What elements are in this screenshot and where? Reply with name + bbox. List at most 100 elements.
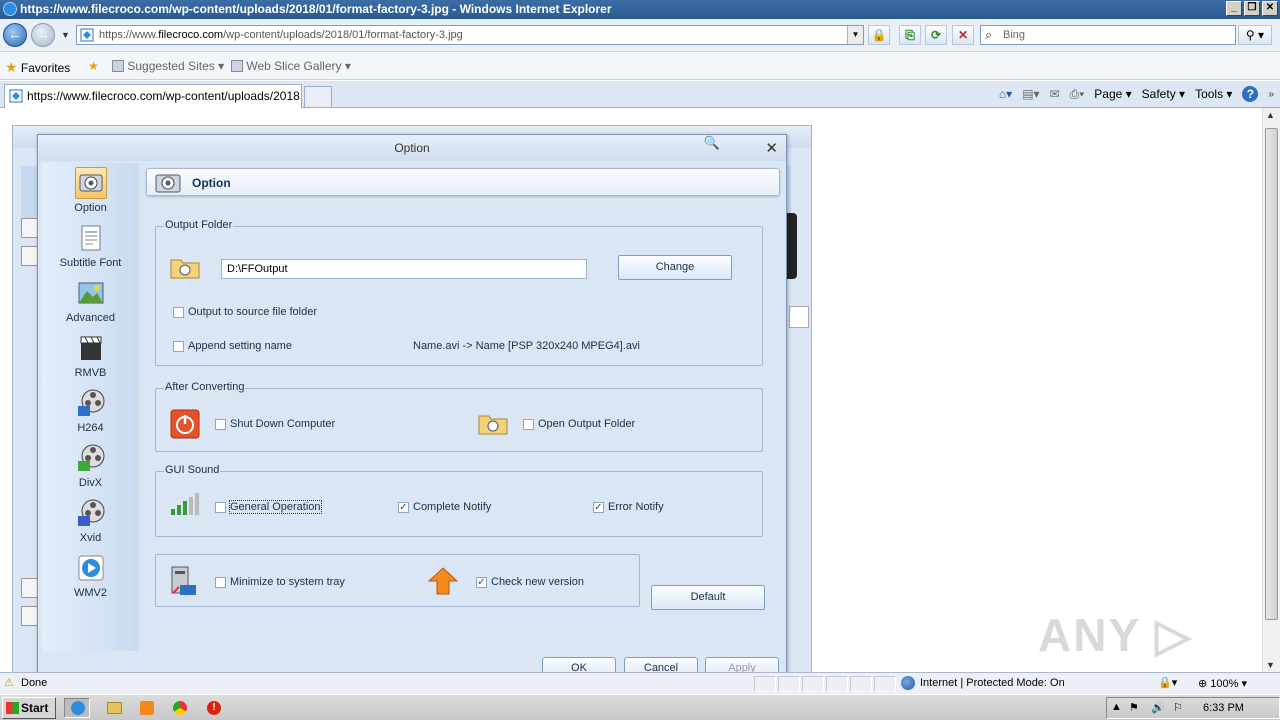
suggested-sites-link[interactable]: Suggested Sites ▾ bbox=[112, 59, 224, 73]
search-button[interactable]: ⚲ ▾ bbox=[1238, 25, 1272, 45]
folder-icon bbox=[107, 702, 122, 714]
safety-menu[interactable]: Safety ▾ bbox=[1142, 87, 1185, 101]
check-new-version-checkbox[interactable]: ✓ Check new version bbox=[476, 576, 584, 588]
close-window-button[interactable]: ✕ bbox=[1262, 1, 1278, 16]
zoom-level[interactable]: ⊕ 100% ▾ bbox=[1198, 677, 1247, 690]
scroll-down-icon[interactable]: ▼ bbox=[1266, 660, 1275, 670]
minimize-tray-checkbox[interactable]: Minimize to system tray bbox=[215, 576, 345, 588]
nav-option[interactable]: Option bbox=[42, 167, 139, 214]
scroll-up-icon[interactable]: ▲ bbox=[1266, 110, 1275, 120]
add-favorites-icon[interactable]: ★ bbox=[88, 59, 99, 73]
output-to-source-checkbox[interactable]: Output to source file folder bbox=[173, 306, 317, 318]
zoom-icon[interactable]: 🔍 bbox=[704, 135, 720, 151]
general-operation-checkbox[interactable]: General Operation bbox=[215, 500, 322, 514]
tray-volume-icon[interactable]: 🔊 bbox=[1151, 701, 1165, 714]
nav-wmv2[interactable]: WMV2 bbox=[42, 552, 139, 599]
clock[interactable]: 6:33 PM bbox=[1203, 702, 1244, 714]
protected-mode-icon[interactable]: 🔒▾ bbox=[1158, 676, 1177, 689]
web-slice-gallery-link[interactable]: Web Slice Gallery ▾ bbox=[231, 59, 351, 73]
ok-button[interactable]: OK bbox=[542, 657, 616, 672]
compatibility-view-icon[interactable]: ⎘ bbox=[899, 25, 921, 45]
address-bar[interactable]: https://www.filecroco.com/wp-content/upl… bbox=[76, 25, 864, 45]
system-tray-icon bbox=[170, 565, 198, 600]
option-header-icon bbox=[153, 170, 183, 199]
recent-pages-dropdown[interactable]: ▼ bbox=[61, 30, 70, 40]
system-tray: ▲ ⚑ 🔊 ⚐ 6:33 PM bbox=[1106, 697, 1280, 719]
restore-button[interactable]: ❐ bbox=[1244, 1, 1260, 16]
advanced-icon bbox=[75, 277, 107, 309]
error-notify-checkbox[interactable]: ✓ Error Notify bbox=[593, 501, 664, 513]
suggested-sites-icon bbox=[112, 60, 124, 72]
update-arrow-icon bbox=[427, 567, 459, 598]
tray-expand-icon[interactable]: ▲ bbox=[1111, 701, 1122, 713]
output-folder-legend: Output Folder bbox=[164, 219, 234, 231]
after-converting-legend: After Converting bbox=[164, 381, 246, 393]
output-folder-path-input[interactable]: D:\FFOutput bbox=[221, 259, 587, 279]
tools-menu[interactable]: Tools ▾ bbox=[1195, 87, 1232, 101]
security-zone: Internet | Protected Mode: On bbox=[920, 677, 1065, 689]
media-player-icon bbox=[140, 701, 154, 715]
globe-icon bbox=[901, 676, 915, 690]
window-titlebar: https://www.filecroco.com/wp-content/upl… bbox=[0, 0, 1280, 19]
power-icon bbox=[170, 409, 200, 442]
tab-bar: https://www.filecroco.com/wp-content/upl… bbox=[0, 81, 1280, 108]
taskbar-explorer-button[interactable] bbox=[101, 698, 127, 718]
nav-subtitle-font[interactable]: Subtitle Font bbox=[42, 222, 139, 269]
taskbar-media-button[interactable] bbox=[134, 698, 160, 718]
cancel-button[interactable]: Cancel bbox=[624, 657, 698, 672]
address-dropdown[interactable]: ▼ bbox=[847, 26, 863, 44]
new-tab-button[interactable] bbox=[304, 86, 332, 108]
taskbar-ie-button[interactable] bbox=[64, 698, 90, 718]
print-icon[interactable]: ⎙▾ bbox=[1070, 87, 1085, 102]
home-icon[interactable]: ⌂▾ bbox=[999, 87, 1012, 101]
tab-current[interactable]: https://www.filecroco.com/wp-content/upl… bbox=[4, 84, 302, 108]
taskbar-chrome-button[interactable] bbox=[167, 698, 193, 718]
h264-icon bbox=[75, 387, 107, 419]
forward-button[interactable]: → bbox=[31, 23, 55, 47]
tray-flag-icon[interactable]: ⚐ bbox=[1173, 701, 1183, 714]
lock-icon[interactable]: 🔒 bbox=[868, 25, 890, 45]
scroll-thumb[interactable] bbox=[1265, 128, 1278, 620]
mail-icon[interactable]: ✉ bbox=[1050, 87, 1060, 101]
favorites-button[interactable]: ★ Favorites bbox=[5, 59, 70, 76]
back-button[interactable]: ← bbox=[3, 23, 27, 47]
stop-icon[interactable]: ✕ bbox=[952, 25, 974, 45]
feeds-icon[interactable]: ▤▾ bbox=[1022, 87, 1039, 101]
refresh-icon[interactable]: ⟳ bbox=[925, 25, 947, 45]
taskbar-app-button[interactable]: ! bbox=[201, 698, 227, 718]
option-header: Option bbox=[146, 168, 780, 196]
favorites-star-icon: ★ bbox=[5, 59, 18, 75]
gui-sound-legend: GUI Sound bbox=[164, 464, 221, 476]
complete-notify-checkbox[interactable]: ✓ Complete Notify bbox=[398, 501, 491, 513]
page-icon bbox=[9, 89, 23, 103]
search-input[interactable]: ⌕ Bing bbox=[980, 25, 1236, 45]
nav-rmvb[interactable]: RMVB bbox=[42, 332, 139, 379]
rmvb-icon bbox=[75, 332, 107, 364]
default-button[interactable]: Default bbox=[651, 585, 765, 610]
minimize-button[interactable]: _ bbox=[1226, 1, 1242, 16]
open-output-folder-checkbox[interactable]: Open Output Folder bbox=[523, 418, 635, 430]
nav-divx[interactable]: DivX bbox=[42, 442, 139, 489]
help-icon[interactable]: ? bbox=[1242, 86, 1259, 102]
shutdown-computer-checkbox[interactable]: Shut Down Computer bbox=[215, 418, 335, 430]
page-menu[interactable]: Page ▾ bbox=[1094, 87, 1131, 101]
nav-h264[interactable]: H264 bbox=[42, 387, 139, 434]
window-title: https://www.filecroco.com/wp-content/upl… bbox=[20, 2, 612, 16]
tray-network-icon[interactable]: ⚑ bbox=[1129, 701, 1139, 714]
anyrun-watermark: ANY ▷ RUN bbox=[1038, 609, 1193, 672]
vertical-scrollbar[interactable]: ▲ ▼ bbox=[1262, 108, 1280, 672]
nav-advanced[interactable]: Advanced bbox=[42, 277, 139, 324]
close-dialog-button[interactable]: ✕ bbox=[765, 139, 778, 157]
naming-example: Name.avi -> Name [PSP 320x240 MPEG4].avi bbox=[413, 340, 640, 352]
change-button[interactable]: Change bbox=[618, 255, 732, 280]
nav-xvid[interactable]: Xvid bbox=[42, 497, 139, 544]
dialog-title: Option bbox=[38, 135, 786, 161]
ie-logo-icon bbox=[3, 2, 17, 16]
xvid-icon bbox=[75, 497, 107, 529]
append-setting-checkbox[interactable]: Append setting name bbox=[173, 340, 292, 352]
ie-icon bbox=[71, 701, 85, 715]
stop-app-icon: ! bbox=[207, 701, 221, 715]
start-button[interactable]: Start bbox=[2, 697, 56, 719]
favorites-bar: ★ Favorites ★ Suggested Sites ▾ Web Slic… bbox=[0, 53, 1280, 80]
apply-button[interactable]: Apply bbox=[705, 657, 779, 672]
